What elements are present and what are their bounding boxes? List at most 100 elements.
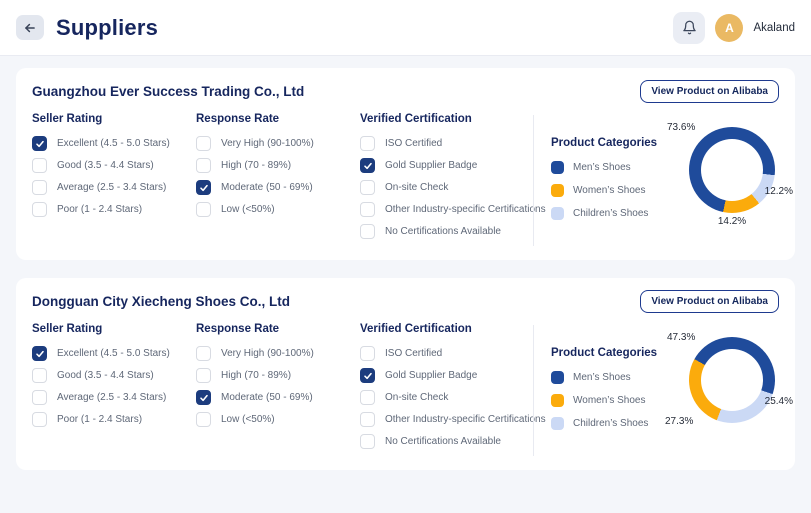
checkbox-unchecked[interactable] <box>32 412 47 427</box>
supplier-list: Guangzhou Ever Success Trading Co., Ltd … <box>0 56 811 482</box>
filter-option-label: Very High (90-100%) <box>221 138 314 149</box>
filter-option-label: No Certifications Available <box>385 226 501 237</box>
filter-option-excellent-4-5-5-0-stars[interactable]: Excellent (4.5 - 5.0 Stars) <box>32 346 196 361</box>
checkbox-unchecked[interactable] <box>360 136 375 151</box>
checkbox-unchecked[interactable] <box>196 412 211 427</box>
user-avatar[interactable]: A <box>715 14 743 42</box>
filter-option-poor-1-2-4-stars[interactable]: Poor (1 - 2.4 Stars) <box>32 412 196 427</box>
view-product-on-alibaba-button[interactable]: View Product on Alibaba <box>640 290 779 313</box>
filter-option-label: Other Industry-specific Certifications <box>385 414 546 425</box>
filter-option-excellent-4-5-5-0-stars[interactable]: Excellent (4.5 - 5.0 Stars) <box>32 136 196 151</box>
filter-option-other-industry-specific-certifications[interactable]: Other Industry-specific Certifications <box>360 202 533 217</box>
check-icon <box>199 183 209 193</box>
checkbox-unchecked[interactable] <box>196 136 211 151</box>
donut-percent-label-children-s-shoes: 12.2% <box>765 186 793 197</box>
filter-option-label: ISO Certified <box>385 348 442 359</box>
filter-option-very-high-90-100[interactable]: Very High (90-100%) <box>196 346 360 361</box>
filter-option-label: Very High (90-100%) <box>221 348 314 359</box>
legend-label: Children’s Shoes <box>573 208 648 219</box>
checkbox-unchecked[interactable] <box>196 158 211 173</box>
filter-option-moderate-50-69[interactable]: Moderate (50 - 69%) <box>196 180 360 195</box>
checkbox-unchecked[interactable] <box>196 368 211 383</box>
filter-option-iso-certified[interactable]: ISO Certified <box>360 136 533 151</box>
checkbox-checked[interactable] <box>360 368 375 383</box>
checkbox-checked[interactable] <box>32 346 47 361</box>
filter-option-no-certifications-available[interactable]: No Certifications Available <box>360 434 533 449</box>
product-categories-donut-chart: 47.3%25.4%27.3% <box>689 337 775 423</box>
header-actions: A Akaland <box>673 12 795 44</box>
checkbox-unchecked[interactable] <box>360 434 375 449</box>
donut-ring <box>689 337 775 423</box>
donut-percent-label-men-s-shoes: 73.6% <box>667 122 695 133</box>
filter-option-on-site-check[interactable]: On-site Check <box>360 390 533 405</box>
legend-swatch <box>551 394 564 407</box>
product-categories-legend: Product Categories Men’s Shoes Women’s Sh… <box>534 113 674 230</box>
checkbox-unchecked[interactable] <box>360 202 375 217</box>
filter-option-label: Average (2.5 - 3.4 Stars) <box>57 182 166 193</box>
legend-label: Men’s Shoes <box>573 162 631 173</box>
checkbox-checked[interactable] <box>196 180 211 195</box>
legend-title: Product Categories <box>551 347 674 359</box>
filter-option-label: ISO Certified <box>385 138 442 149</box>
filter-group-verified-certification: Verified Certification ISO Certified Gold … <box>360 323 533 456</box>
notifications-button[interactable] <box>673 12 705 44</box>
filter-option-high-70-89[interactable]: High (70 - 89%) <box>196 368 360 383</box>
view-product-on-alibaba-button[interactable]: View Product on Alibaba <box>640 80 779 103</box>
checkbox-unchecked[interactable] <box>32 202 47 217</box>
donut-percent-label-women-s-shoes: 14.2% <box>718 216 746 227</box>
filter-option-average-2-5-3-4-stars[interactable]: Average (2.5 - 3.4 Stars) <box>32 390 196 405</box>
filter-option-other-industry-specific-certifications[interactable]: Other Industry-specific Certifications <box>360 412 533 427</box>
check-icon <box>35 139 45 149</box>
filter-option-iso-certified[interactable]: ISO Certified <box>360 346 533 361</box>
chart-column: 73.6%12.2%14.2% <box>674 113 779 213</box>
filter-option-label: Moderate (50 - 69%) <box>221 182 313 193</box>
back-button[interactable] <box>16 15 44 40</box>
checkbox-checked[interactable] <box>360 158 375 173</box>
filter-group-title: Verified Certification <box>360 323 533 335</box>
filter-option-low-50[interactable]: Low (<50%) <box>196 412 360 427</box>
filter-option-very-high-90-100[interactable]: Very High (90-100%) <box>196 136 360 151</box>
checkbox-checked[interactable] <box>196 390 211 405</box>
filter-option-moderate-50-69[interactable]: Moderate (50 - 69%) <box>196 390 360 405</box>
filter-option-good-3-5-4-4-stars[interactable]: Good (3.5 - 4.4 Stars) <box>32 368 196 383</box>
checkbox-unchecked[interactable] <box>196 346 211 361</box>
product-categories-legend: Product Categories Men’s ShoesWomen’s Sh… <box>534 323 674 440</box>
checkbox-unchecked[interactable] <box>32 180 47 195</box>
legend-label: Men’s Shoes <box>573 372 631 383</box>
checkbox-unchecked[interactable] <box>360 412 375 427</box>
legend-swatch <box>551 161 564 174</box>
supplier-card-header: Guangzhou Ever Success Trading Co., Ltd … <box>32 80 779 103</box>
filter-option-label: Average (2.5 - 3.4 Stars) <box>57 392 166 403</box>
filter-option-on-site-check[interactable]: On-site Check <box>360 180 533 195</box>
filter-option-poor-1-2-4-stars[interactable]: Poor (1 - 2.4 Stars) <box>32 202 196 217</box>
legend-title: Product Categories <box>551 137 674 149</box>
legend-swatch <box>551 417 564 430</box>
checkbox-unchecked[interactable] <box>360 224 375 239</box>
donut-percent-label-men-s-shoes: 47.3% <box>667 332 695 343</box>
checkbox-unchecked[interactable] <box>360 346 375 361</box>
legend-item-women-s-shoes: Women’s Shoes <box>551 184 674 197</box>
filter-option-low-50[interactable]: Low (<50%) <box>196 202 360 217</box>
filter-option-no-certifications-available[interactable]: No Certifications Available <box>360 224 533 239</box>
filter-group-title: Verified Certification <box>360 113 533 125</box>
filter-group-title: Response Rate <box>196 113 360 125</box>
checkbox-unchecked[interactable] <box>32 390 47 405</box>
checkbox-unchecked[interactable] <box>360 390 375 405</box>
legend-label: Children’s Shoes <box>573 418 648 429</box>
user-name: Akaland <box>753 22 795 34</box>
checkbox-unchecked[interactable] <box>32 368 47 383</box>
supplier-filters-row: Seller RatingExcellent (4.5 - 5.0 Stars)… <box>32 113 779 246</box>
checkbox-unchecked[interactable] <box>196 202 211 217</box>
filter-group-response-rate: Response Rate Very High (90-100%) High (70… <box>196 113 360 224</box>
supplier-card-header: Dongguan City Xiecheng Shoes Co., Ltd Vi… <box>32 290 779 313</box>
filter-option-high-70-89[interactable]: High (70 - 89%) <box>196 158 360 173</box>
bell-icon <box>682 20 697 35</box>
checkbox-checked[interactable] <box>32 136 47 151</box>
filter-option-gold-supplier-badge[interactable]: Gold Supplier Badge <box>360 368 533 383</box>
filter-option-good-3-5-4-4-stars[interactable]: Good (3.5 - 4.4 Stars) <box>32 158 196 173</box>
filter-option-gold-supplier-badge[interactable]: Gold Supplier Badge <box>360 158 533 173</box>
filter-option-average-2-5-3-4-stars[interactable]: Average (2.5 - 3.4 Stars) <box>32 180 196 195</box>
checkbox-unchecked[interactable] <box>360 180 375 195</box>
filter-option-label: Moderate (50 - 69%) <box>221 392 313 403</box>
checkbox-unchecked[interactable] <box>32 158 47 173</box>
